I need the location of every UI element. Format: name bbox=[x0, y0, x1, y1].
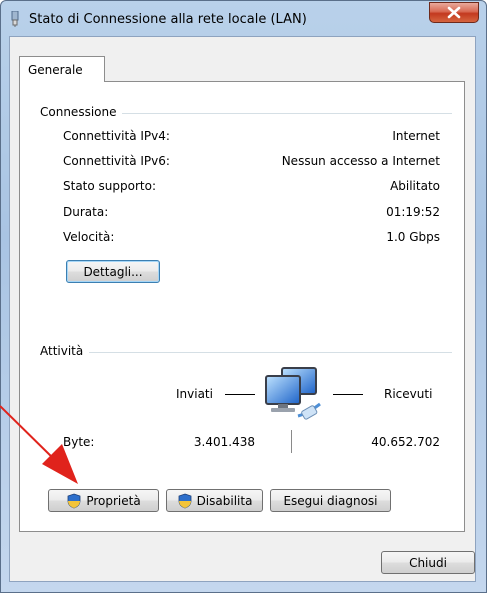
uac-shield-icon bbox=[178, 493, 191, 508]
close-button-label: Chiudi bbox=[409, 555, 447, 570]
network-computers-icon bbox=[265, 367, 321, 420]
bytes-sent-value: 3.401.438 bbox=[193, 435, 255, 449]
network-adapter-icon bbox=[11, 11, 19, 27]
tab-label: Generale bbox=[28, 63, 83, 77]
received-label: Ricevuti bbox=[384, 387, 433, 401]
tab-panel-generale bbox=[19, 81, 465, 532]
bytes-divider bbox=[291, 430, 292, 453]
bytes-received-value: 40.652.702 bbox=[371, 435, 440, 449]
activity-group-heading: Attività bbox=[40, 344, 90, 358]
diagnose-button-label: Esegui diagnosi bbox=[283, 493, 378, 508]
received-line bbox=[333, 394, 363, 395]
activity-group-line bbox=[40, 352, 452, 353]
window-close-button[interactable] bbox=[429, 2, 479, 23]
ipv6-value: Nessun accesso a Internet bbox=[281, 154, 440, 168]
bytes-label: Byte: bbox=[63, 435, 95, 449]
details-button-label: Dettagli... bbox=[83, 264, 143, 279]
uac-shield-icon bbox=[67, 493, 81, 508]
media-state-label: Stato supporto: bbox=[63, 179, 156, 193]
disable-button[interactable]: Disabilita bbox=[166, 489, 263, 512]
tab-generale[interactable]: Generale bbox=[19, 56, 105, 82]
close-button[interactable]: Chiudi bbox=[381, 551, 475, 574]
window-title: Stato di Connessione alla rete locale (L… bbox=[29, 12, 307, 27]
close-icon bbox=[447, 6, 461, 19]
speed-value: 1.0 Gbps bbox=[386, 230, 440, 244]
sent-label: Inviati bbox=[176, 387, 213, 401]
title-bar[interactable]: Stato di Connessione alla rete locale (L… bbox=[1, 1, 486, 35]
duration-value: 01:19:52 bbox=[386, 205, 440, 219]
sent-line bbox=[225, 394, 255, 395]
properties-button[interactable]: Proprietà bbox=[48, 489, 159, 512]
connection-group-heading: Connessione bbox=[40, 105, 123, 119]
ipv4-label: Connettività IPv4: bbox=[63, 129, 170, 143]
media-state-value: Abilitato bbox=[390, 179, 440, 193]
ipv6-label: Connettività IPv6: bbox=[63, 154, 170, 168]
diagnose-button[interactable]: Esegui diagnosi bbox=[270, 489, 391, 512]
ipv4-value: Internet bbox=[392, 129, 440, 143]
disable-button-label: Disabilita bbox=[196, 493, 253, 508]
duration-label: Durata: bbox=[63, 205, 109, 219]
details-button[interactable]: Dettagli... bbox=[66, 260, 160, 283]
properties-button-label: Proprietà bbox=[86, 493, 141, 508]
speed-label: Velocità: bbox=[63, 230, 115, 244]
